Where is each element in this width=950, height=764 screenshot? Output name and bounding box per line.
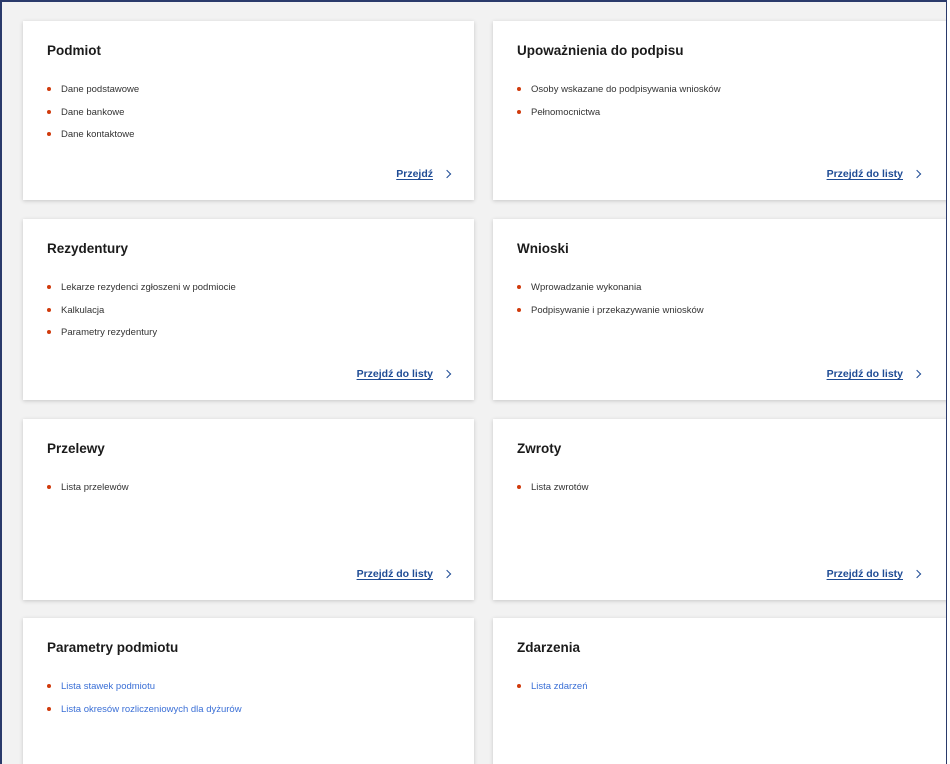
przejdz-do-listy-link[interactable]: Przejdź do listy xyxy=(356,368,452,380)
przejdz-do-listy-link[interactable]: Przejdź do listy xyxy=(356,568,452,580)
bullet-dot-icon xyxy=(47,330,51,334)
card-title: Rezydentury xyxy=(47,241,129,256)
list-item: Podpisywanie i przekazywanie wniosków xyxy=(517,305,704,316)
bullet-dot-icon xyxy=(517,684,521,688)
przejdz-do-listy-link-label: Przejdź do listy xyxy=(826,568,903,580)
card-list: Dane podstawowe Dane bankowe Dane kontak… xyxy=(47,84,139,152)
card-upowaznienia: Upoważnienia do podpisu Osoby wskazane d… xyxy=(493,21,946,200)
list-item: Dane kontaktowe xyxy=(47,129,139,140)
chevron-right-icon xyxy=(442,569,452,578)
chevron-right-icon xyxy=(442,169,452,178)
list-item: Dane podstawowe xyxy=(47,84,139,95)
przejdz-link-label: Przejdź xyxy=(396,168,433,180)
list-item: Wprowadzanie wykonania xyxy=(517,282,704,293)
list-item-link[interactable]: Lista zdarzeń xyxy=(517,681,588,692)
bullet-dot-icon xyxy=(517,285,521,289)
bullet-dot-icon xyxy=(517,87,521,91)
przejdz-do-listy-link-label: Przejdź do listy xyxy=(826,368,903,380)
bullet-dot-icon xyxy=(47,109,51,114)
list-item: Kalkulacja xyxy=(47,305,236,316)
bullet-dot-icon xyxy=(47,285,51,289)
list-item: Osoby wskazane do podpisywania wniosków xyxy=(517,84,721,95)
list-item: Parametry rezydentury xyxy=(47,327,236,338)
card-podmiot: Podmiot Dane podstawowe Dane bankowe Dan… xyxy=(23,21,474,200)
card-przelewy: Przelewy Lista przelewów Przejdź do list… xyxy=(23,419,474,600)
card-list: Wprowadzanie wykonania Podpisywanie i pr… xyxy=(517,282,704,327)
card-wnioski: Wnioski Wprowadzanie wykonania Podpisywa… xyxy=(493,219,946,400)
card-title: Podmiot xyxy=(47,43,101,58)
bullet-dot-icon xyxy=(517,109,521,114)
chevron-right-icon xyxy=(442,369,452,378)
list-item-link[interactable]: Lista stawek podmiotu xyxy=(47,681,242,692)
card-title: Upoważnienia do podpisu xyxy=(517,43,684,58)
card-list: Lista zwrotów xyxy=(517,482,589,505)
bullet-dot-icon xyxy=(47,485,51,489)
card-list: Lista przelewów xyxy=(47,482,129,505)
bullet-dot-icon xyxy=(47,706,51,711)
przejdz-do-listy-link[interactable]: Przejdź do listy xyxy=(826,368,922,380)
przejdz-do-listy-link-label: Przejdź do listy xyxy=(356,568,433,580)
card-list: Lista zdarzeń xyxy=(517,681,588,704)
bullet-dot-icon xyxy=(47,307,51,312)
bullet-dot-icon xyxy=(517,307,521,312)
card-zwroty: Zwroty Lista zwrotów Przejdź do listy xyxy=(493,419,946,600)
przejdz-do-listy-link-label: Przejdź do listy xyxy=(356,368,433,380)
list-item: Pełnomocnictwa xyxy=(517,107,721,118)
list-item: Lekarze rezydenci zgłoszeni w podmiocie xyxy=(47,282,236,293)
list-item: Lista zwrotów xyxy=(517,482,589,493)
przejdz-do-listy-link-label: Przejdź do listy xyxy=(826,168,903,180)
dashboard-frame: Podmiot Dane podstawowe Dane bankowe Dan… xyxy=(0,0,947,764)
card-title: Wnioski xyxy=(517,241,569,256)
list-item: Dane bankowe xyxy=(47,107,139,118)
card-title: Zdarzenia xyxy=(517,640,581,655)
card-rezydentury: Rezydentury Lekarze rezydenci zgłoszeni … xyxy=(23,219,474,400)
card-title: Parametry podmiotu xyxy=(47,640,179,655)
bullet-dot-icon xyxy=(47,684,51,688)
list-item: Lista przelewów xyxy=(47,482,129,493)
bullet-dot-icon xyxy=(517,485,521,489)
card-title: Zwroty xyxy=(517,441,562,456)
card-zdarzenia: Zdarzenia Lista zdarzeń xyxy=(493,618,946,764)
card-list: Osoby wskazane do podpisywania wniosków … xyxy=(517,84,721,129)
przejdz-link[interactable]: Przejdź xyxy=(396,168,452,180)
card-title: Przelewy xyxy=(47,441,105,456)
przejdz-do-listy-link[interactable]: Przejdź do listy xyxy=(826,168,922,180)
bullet-dot-icon xyxy=(47,132,51,136)
bullet-dot-icon xyxy=(47,87,51,91)
card-parametry-podmiotu: Parametry podmiotu Lista stawek podmiotu… xyxy=(23,618,474,764)
list-item-link[interactable]: Lista okresów rozliczeniowych dla dyżuró… xyxy=(47,704,242,715)
chevron-right-icon xyxy=(912,369,922,378)
card-list: Lista stawek podmiotu Lista okresów rozl… xyxy=(47,681,242,726)
chevron-right-icon xyxy=(912,169,922,178)
przejdz-do-listy-link[interactable]: Przejdź do listy xyxy=(826,568,922,580)
chevron-right-icon xyxy=(912,569,922,578)
card-list: Lekarze rezydenci zgłoszeni w podmiocie … xyxy=(47,282,236,350)
